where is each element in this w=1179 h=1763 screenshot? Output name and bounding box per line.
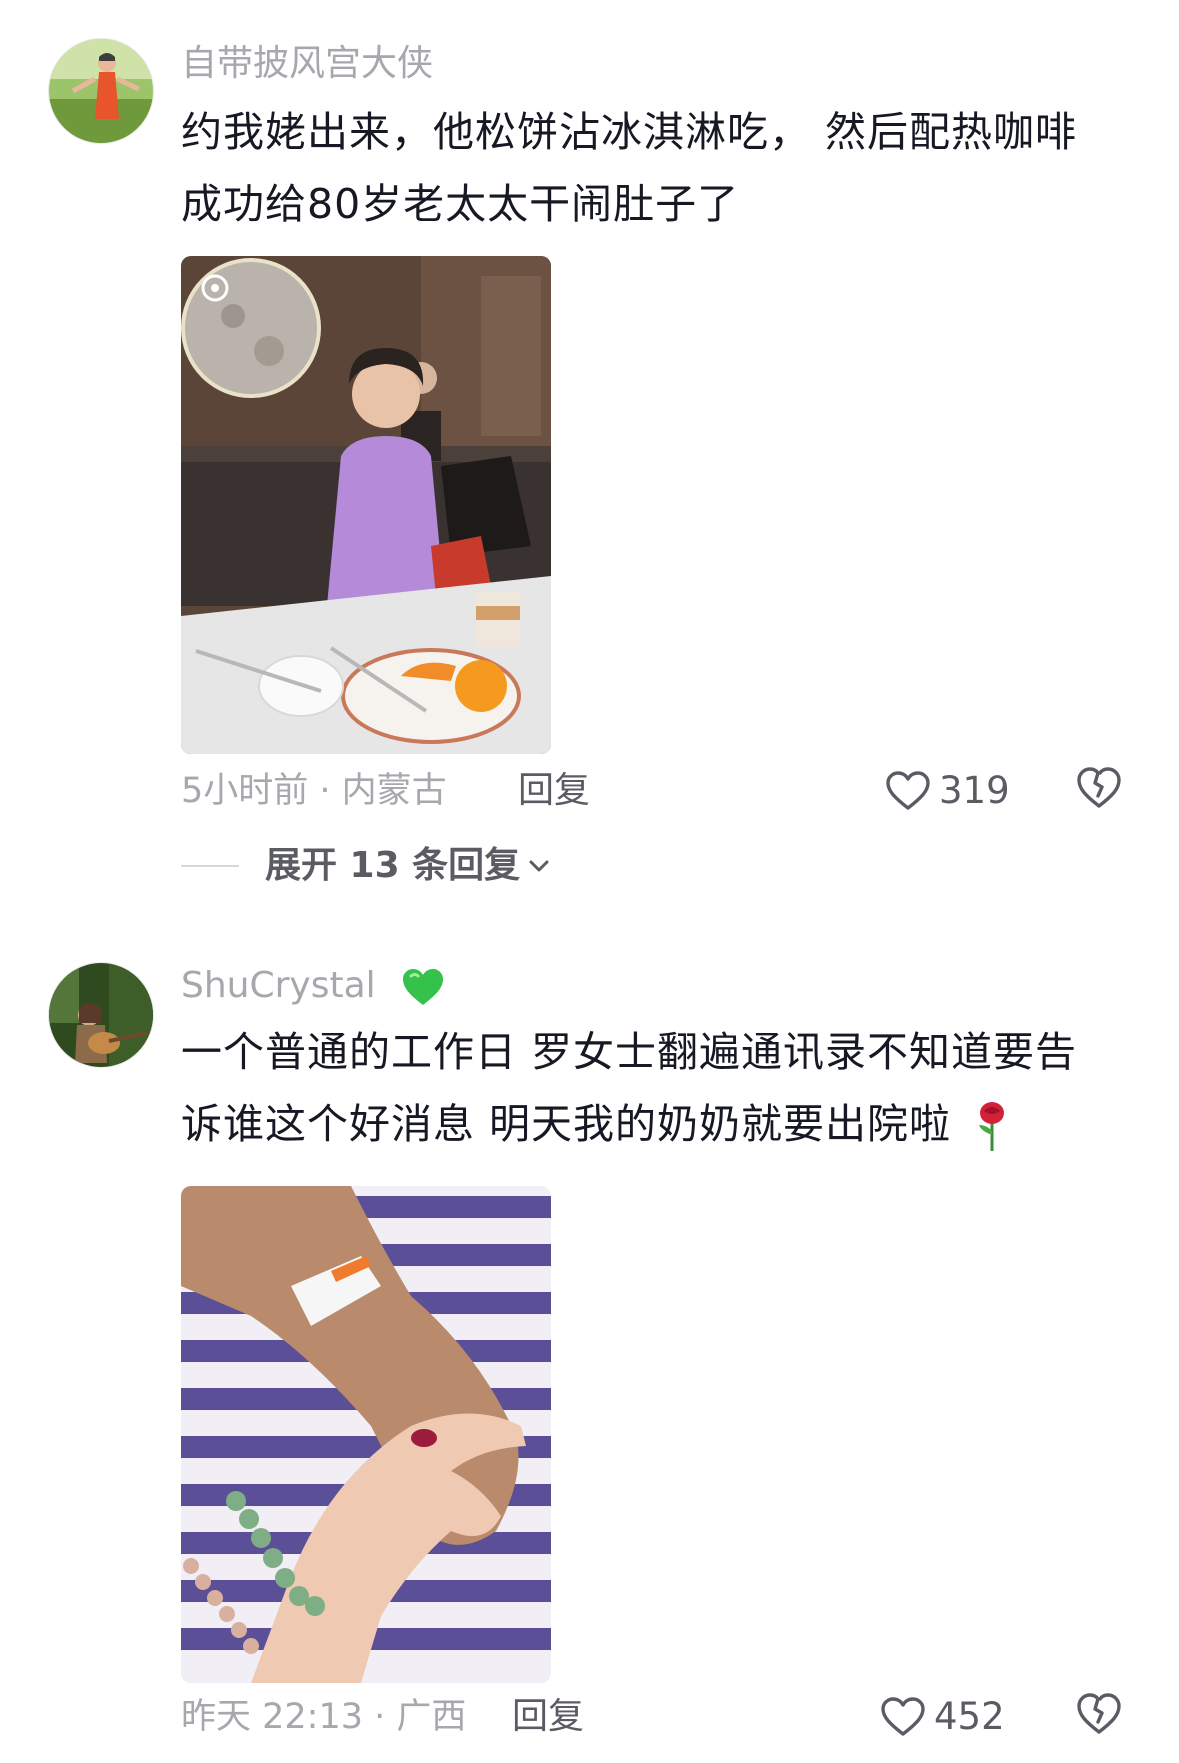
like-button[interactable]: 452 xyxy=(880,1692,1005,1742)
rose-emoji xyxy=(979,1102,1005,1151)
like-button[interactable]: 319 xyxy=(885,766,1010,816)
comment-item: ShuCrystal 一个普通的工作日 罗女士翻遍通讯录不知道要告 诉谁这个好消… xyxy=(0,950,1179,1763)
comment-meta: 5小时前 · 内蒙古 xyxy=(181,771,447,811)
like-count: 452 xyxy=(934,1695,1005,1738)
avatar-woman-guitar-icon xyxy=(49,963,153,1067)
chevron-down-icon xyxy=(529,860,549,872)
comment-photo[interactable] xyxy=(181,1186,551,1683)
comment-text-line: 约我姥出来，他松饼沾冰淇淋吃， 然后配热咖啡 xyxy=(181,108,1078,156)
expand-replies[interactable]: 展开 13 条回复 xyxy=(181,844,550,888)
expand-replies-label: 展开 13 条回复 xyxy=(265,845,521,886)
comment-text-segment: 诉谁这个好消息 明天我的奶奶就要出院啦 xyxy=(181,1100,952,1148)
holding-hands-hospital-bracelet-photo xyxy=(181,1186,551,1683)
divider-line xyxy=(181,865,239,867)
username[interactable]: 自带披风宫大侠 xyxy=(181,42,433,86)
dislike-button[interactable] xyxy=(1075,1690,1123,1738)
username-text: ShuCrystal xyxy=(181,965,376,1006)
heart-outline-icon xyxy=(886,771,930,810)
comment-text: 约我姥出来，他松饼沾冰淇淋吃， 然后配热咖啡 成功给80岁老太太干闹肚子了 xyxy=(181,96,1141,240)
username[interactable]: ShuCrystal xyxy=(181,964,445,1008)
broken-heart-icon xyxy=(1077,767,1121,808)
broken-heart-icon xyxy=(1077,1693,1121,1734)
comment-text-line: 一个普通的工作日 罗女士翻遍通讯录不知道要告 xyxy=(181,1028,1078,1076)
avatar[interactable] xyxy=(48,38,154,144)
like-count: 319 xyxy=(939,769,1010,812)
green-heart-emoji xyxy=(403,969,444,1005)
heart-outline-icon xyxy=(881,1697,925,1736)
reply-button[interactable]: 回复 xyxy=(512,1695,584,1739)
comment-text: 一个普通的工作日 罗女士翻遍通讯录不知道要告 诉谁这个好消息 明天我的奶奶就要出… xyxy=(181,1016,1141,1160)
comment-item: 自带披风宫大侠 约我姥出来，他松饼沾冰淇淋吃， 然后配热咖啡 成功给80岁老太太… xyxy=(0,0,1179,886)
comment-text-line: 诉谁这个好消息 明天我的奶奶就要出院啦 xyxy=(181,1088,1141,1160)
comment-meta: 昨天 22:13 · 广西 xyxy=(181,1697,467,1737)
dislike-button[interactable] xyxy=(1075,764,1123,812)
reply-button[interactable]: 回复 xyxy=(518,769,590,813)
elderly-woman-restaurant-photo xyxy=(181,256,551,754)
comment-text-line: 成功给80岁老太太干闹肚子了 xyxy=(181,180,740,228)
comment-photo[interactable] xyxy=(181,256,551,754)
avatar-woman-icon xyxy=(49,39,153,143)
avatar[interactable] xyxy=(48,962,154,1068)
